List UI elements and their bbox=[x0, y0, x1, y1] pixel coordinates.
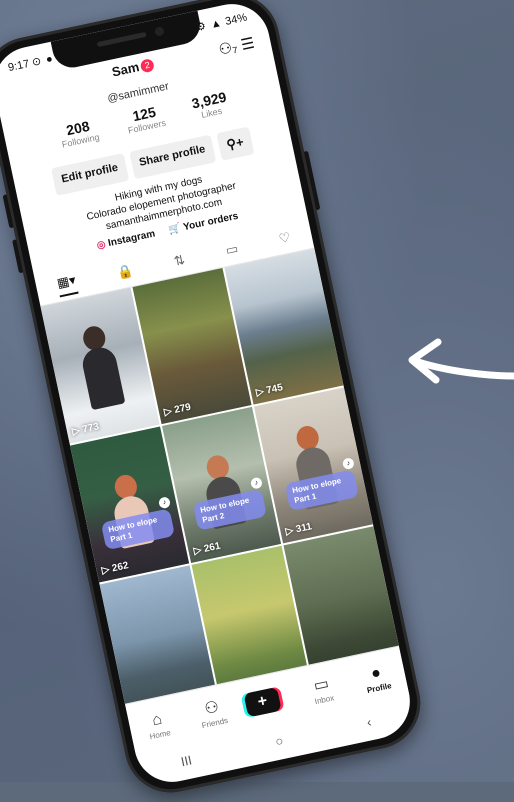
pointer-arrow-icon bbox=[408, 338, 514, 384]
